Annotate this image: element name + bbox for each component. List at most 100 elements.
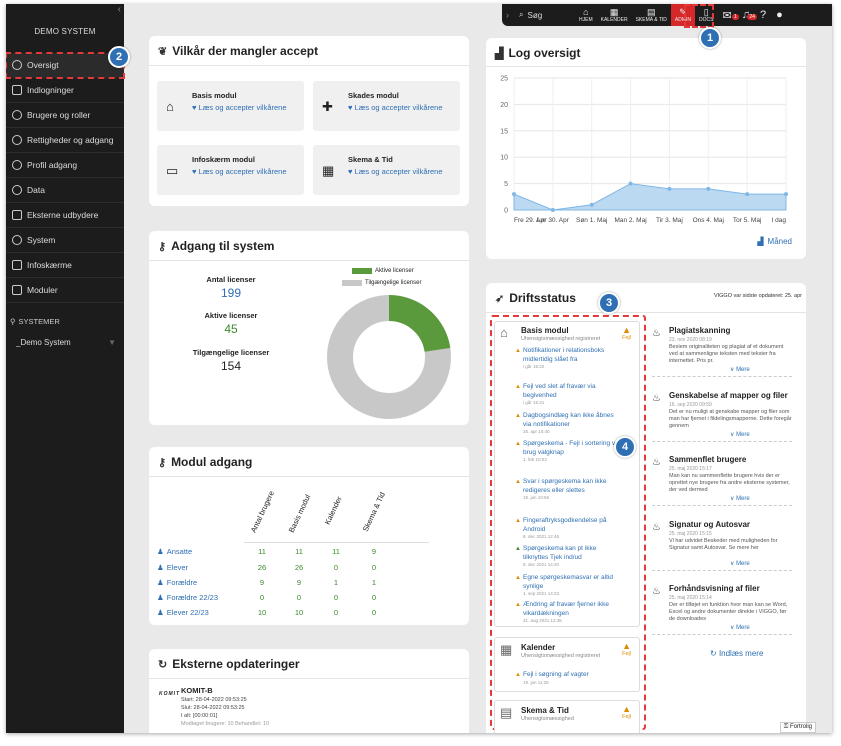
y-tick-label: 10	[500, 155, 508, 162]
system-select[interactable]: _Demo System ▼	[6, 338, 124, 347]
drift-title: ➶ Driftsstatus	[495, 291, 576, 305]
column-header: Kalender	[322, 494, 344, 526]
load-more-button[interactable]: ↻ Indlæs mere	[710, 649, 763, 658]
sidebar-item-rettigheder[interactable]: Rettigheder og adgang	[6, 128, 124, 153]
status-item[interactable]: ▲ Dagbogsindlæg kan ikke åbnes via notifi…	[515, 412, 623, 434]
status-item-text: Ændring af fravær fjerner ikke vikardækn…	[523, 601, 609, 617]
nav-calendar-button[interactable]: ▦ KALENDER	[597, 4, 632, 26]
status-item-date: i går 15:22	[523, 364, 545, 369]
status-item[interactable]: ▲ Ændring af fravær fjerner ikke vikardæk…	[515, 601, 623, 623]
table-row[interactable]: ♟ Elever	[157, 563, 188, 572]
terms-title-text: Vilkår der mangler accept	[172, 44, 319, 58]
column-header: Skema & Tid	[360, 490, 387, 533]
sidebar-item-oversigt[interactable]: Oversigt	[6, 52, 125, 79]
link-icon: ⚲	[10, 317, 16, 326]
more-link[interactable]: ∨ Mere	[730, 560, 750, 567]
search-button[interactable]: ⌕ Søg	[513, 10, 575, 20]
status-item[interactable]: ▲ Fejl i søgning af vagter 19. jan 11:26	[515, 671, 623, 685]
table-row[interactable]: ♟ Forældre	[157, 578, 197, 587]
gift-icon: ♨	[652, 457, 661, 468]
sidebar-item-system[interactable]: System	[6, 228, 124, 253]
privacy-button[interactable]: ⚿ Fortrolig	[779, 722, 816, 733]
profile-button[interactable]: ●	[771, 9, 788, 21]
login-icon	[12, 85, 22, 95]
sidebar-item-brugere[interactable]: Brugere og roller	[6, 103, 124, 128]
help-button[interactable]: ?	[755, 9, 771, 21]
legend-label: Tilgængelige licenser	[365, 280, 422, 286]
data-point[interactable]	[628, 181, 633, 186]
accept-terms-link[interactable]: ♥ Læs og accepter vilkårene	[192, 102, 292, 113]
news-date: 16. sep 2020 09:59	[669, 402, 712, 408]
legend-available: Tilgængelige licenser	[342, 280, 421, 286]
legend-label: Aktive licenser	[375, 268, 414, 274]
data-point[interactable]	[512, 192, 516, 197]
topbar-expand-icon[interactable]: ›	[502, 10, 513, 20]
drift-updated: VIGGO var sidste opdateret: 25. apr	[713, 293, 802, 299]
more-link[interactable]: ∨ Mere	[730, 495, 750, 502]
drift-title-text: Driftsstatus	[509, 291, 576, 305]
warning-icon: ▲	[622, 641, 631, 651]
news-date: 23. nov 2020 08:19	[669, 337, 712, 343]
more-link[interactable]: ∨ Mere	[730, 431, 750, 438]
status-panel-basis: ⌂ Basis modul Uhensigtsmæssighed registr…	[494, 321, 640, 627]
accept-terms-link[interactable]: ♥ Læs og accepter vilkårene	[348, 166, 448, 177]
data-point[interactable]	[706, 186, 711, 191]
data-point[interactable]	[784, 192, 788, 197]
status-item[interactable]: ▲ Fejl ved slet af fravær via begivenhed i…	[515, 383, 623, 405]
status-item[interactable]: ▲ Spørgeskema - Fejl i sortering ved brug…	[515, 440, 623, 462]
nav-schedule-button[interactable]: ▤ SKEMA & TID	[632, 4, 671, 26]
data-point[interactable]	[589, 202, 594, 207]
user-icon: ♟	[157, 578, 164, 587]
chart-icon: ▟	[757, 237, 764, 246]
status-item-text: Spørgeskema - Fejl i sortering ved brug …	[523, 440, 623, 456]
news-text: Vi har udvidet Beskeder med muligheden f…	[669, 538, 778, 551]
news-text: Det er nu muligt at genskabe mapper og f…	[669, 409, 792, 429]
accept-terms-link[interactable]: ♥ Læs og accepter vilkårene	[192, 166, 292, 177]
accept-terms-link[interactable]: ♥ Læs og accepter vilkårene	[348, 102, 448, 113]
divider	[652, 441, 792, 442]
status-item[interactable]: ▲ Svar i spørgeskema kan ikke redigeres e…	[515, 478, 623, 500]
x-tick-label: Lør 30. Apr	[537, 217, 570, 224]
warning-icon: ▲	[515, 518, 521, 524]
more-link[interactable]: ∨ Mere	[730, 624, 750, 631]
data-point[interactable]	[550, 208, 555, 212]
status-item[interactable]: ▲ Egne spørgeskemasvar er altid synlige 1.…	[515, 574, 623, 596]
status-item-date: 1. sep 2021 14:23	[523, 591, 560, 596]
first-aid-icon: ✚	[322, 99, 333, 114]
table-row[interactable]: ♟ Forældre 22/23	[157, 593, 218, 602]
status-item[interactable]: ▲ Notifikationer i relationsboks midlerti…	[515, 347, 623, 369]
sidebar-collapse-icon[interactable]: ‹	[118, 4, 121, 15]
callout-3: 3	[598, 292, 620, 314]
status-item[interactable]: ▲ Fingeraftryksgodkendelse på Android 8. d…	[515, 517, 623, 539]
search-icon: ⌕	[519, 10, 524, 19]
mail-button[interactable]: ✉ 1	[717, 9, 739, 22]
sidebar-item-infoskaerme[interactable]: Infoskærme	[6, 253, 124, 278]
table-row[interactable]: ♟ Ansatte	[157, 547, 192, 556]
error-label: Fejl	[622, 651, 631, 657]
nav-home-button[interactable]: ⌂ HJEM	[575, 4, 597, 26]
sidebar-item-data[interactable]: Data	[6, 178, 124, 203]
help-icon: ?	[759, 9, 767, 21]
terms-tile-skades: ✚ Skades modul ♥ Læs og accepter vilkårene	[313, 81, 460, 131]
cell-value: 1	[333, 578, 339, 587]
sidebar-item-indlogninger[interactable]: Indlogninger	[6, 78, 124, 103]
accept-terms-link-text: Læs og accepter vilkårene	[354, 103, 443, 112]
more-link[interactable]: ∨ Mere	[730, 366, 750, 373]
cell-value: 0	[371, 593, 377, 602]
data-point[interactable]	[667, 186, 672, 191]
month-button[interactable]: ▟ Måned	[757, 237, 792, 246]
warning-icon: ▲	[515, 546, 521, 552]
log-area-series	[513, 183, 787, 211]
sidebar-item-profil[interactable]: Profil adgang	[6, 153, 124, 178]
status-item-date: 1. feb 10:03	[523, 457, 547, 462]
sidebar-item-moduler[interactable]: Moduler	[6, 278, 124, 303]
notifications-button[interactable]: ♫ 24	[737, 9, 757, 21]
accept-terms-link-text: Læs og accepter vilkårene	[354, 167, 443, 176]
access-title-text: Adgang til system	[171, 239, 275, 253]
table-row[interactable]: ♟ Elever 22/23	[157, 608, 209, 617]
divider	[149, 260, 469, 261]
topbar: › ⌕ Søg ⌂ HJEM ▦ KALENDER ▤ SKEMA & TID ✎ ADM…	[502, 4, 832, 26]
data-point[interactable]	[745, 192, 750, 197]
status-item[interactable]: ▲ Spørgeskema kan pt ikke tilknyttes Tjek…	[515, 545, 623, 567]
sidebar-item-eksterne[interactable]: Eksterne udbydere	[6, 203, 124, 228]
